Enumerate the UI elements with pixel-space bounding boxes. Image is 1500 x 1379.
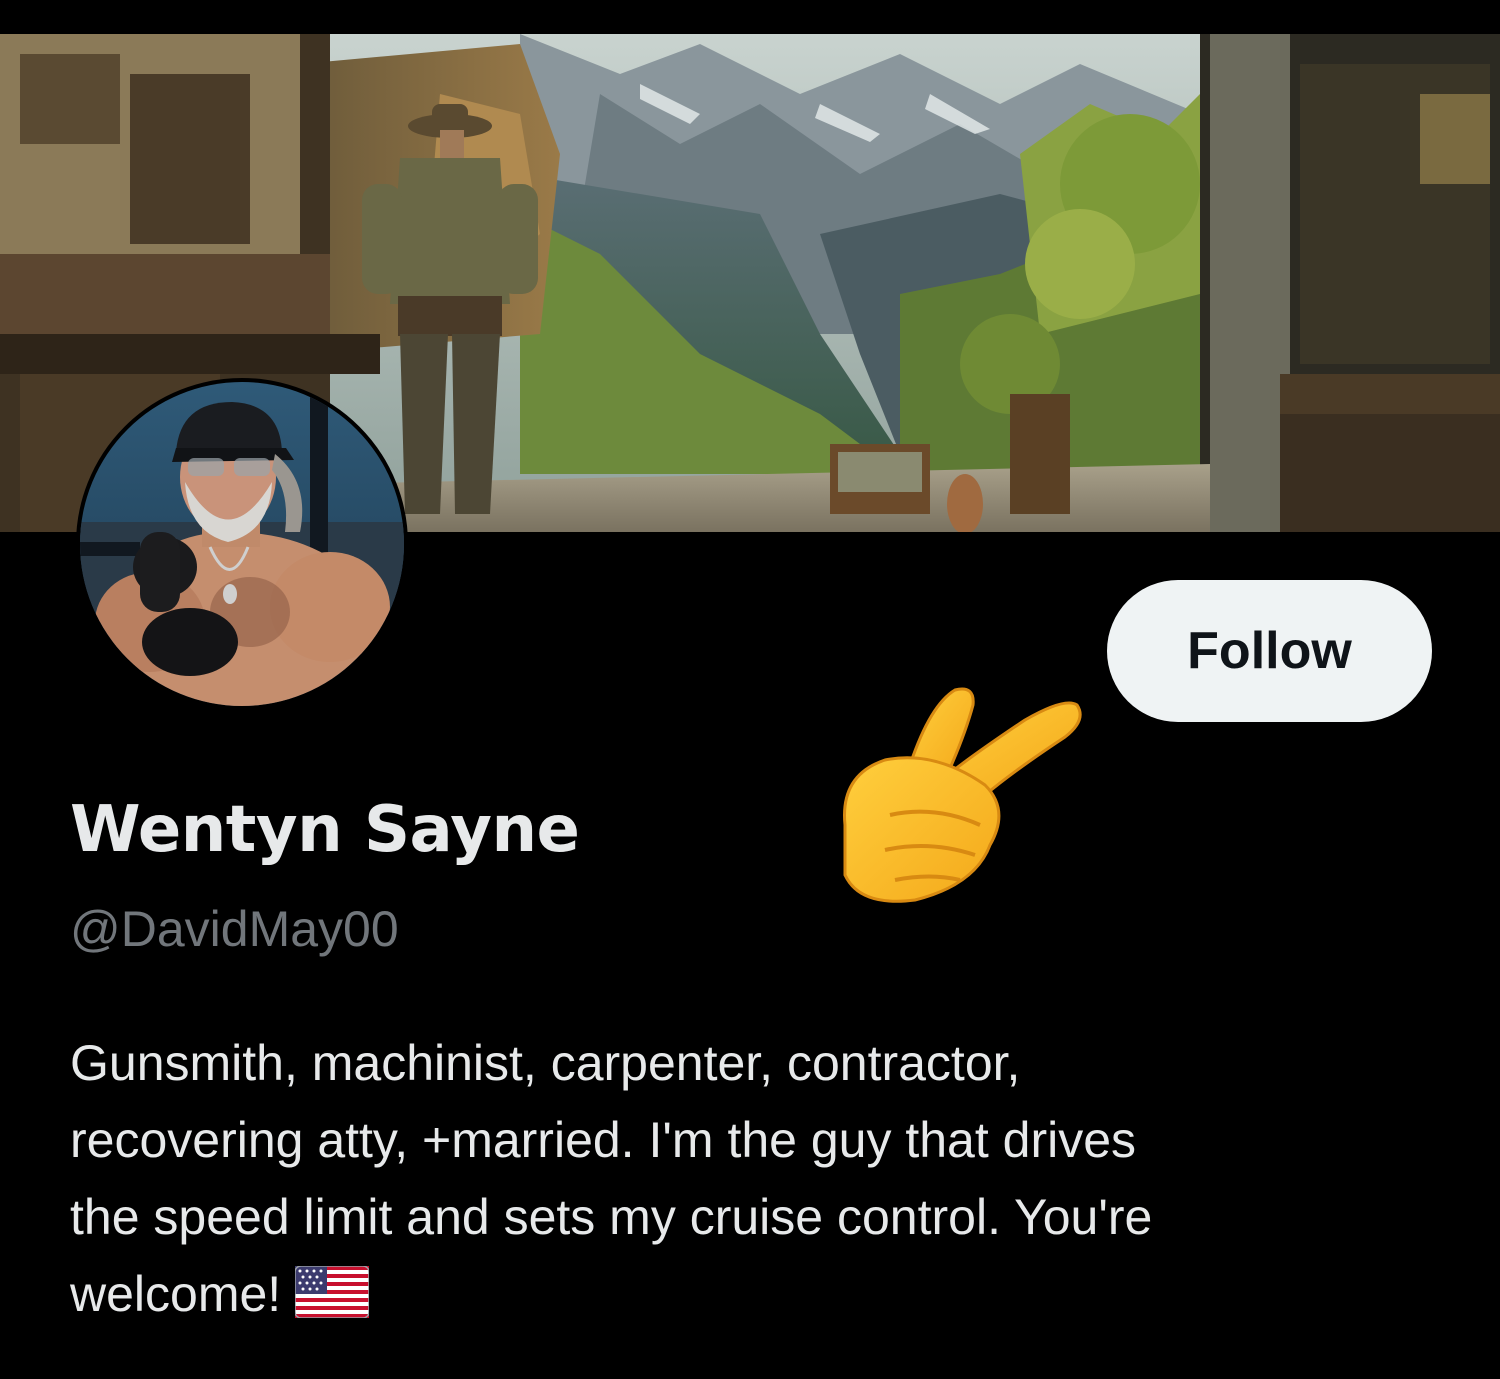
profile-display-name: Wentyn Sayne [70, 793, 580, 867]
profile-bio: Gunsmith, machinist, carpenter, contract… [70, 1025, 1450, 1333]
profile-handle: @DavidMay00 [70, 901, 399, 957]
follow-button[interactable]: Follow [1107, 580, 1432, 722]
bio-line: recovering atty, +married. I'm the guy t… [70, 1112, 1137, 1168]
profile-screen: Follow Wentyn Sayne @DavidMay00 Gunsmith… [0, 0, 1500, 1379]
us-flag-icon [295, 1265, 370, 1318]
bio-line: the speed limit and sets my cruise contr… [70, 1189, 1153, 1245]
bio-line-last: welcome! [70, 1256, 1450, 1333]
profile-avatar[interactable] [76, 378, 408, 710]
backhand-index-pointing-right-icon [815, 675, 1090, 915]
bio-line-text: welcome! [70, 1266, 282, 1322]
bio-line: Gunsmith, machinist, carpenter, contract… [70, 1035, 1021, 1091]
